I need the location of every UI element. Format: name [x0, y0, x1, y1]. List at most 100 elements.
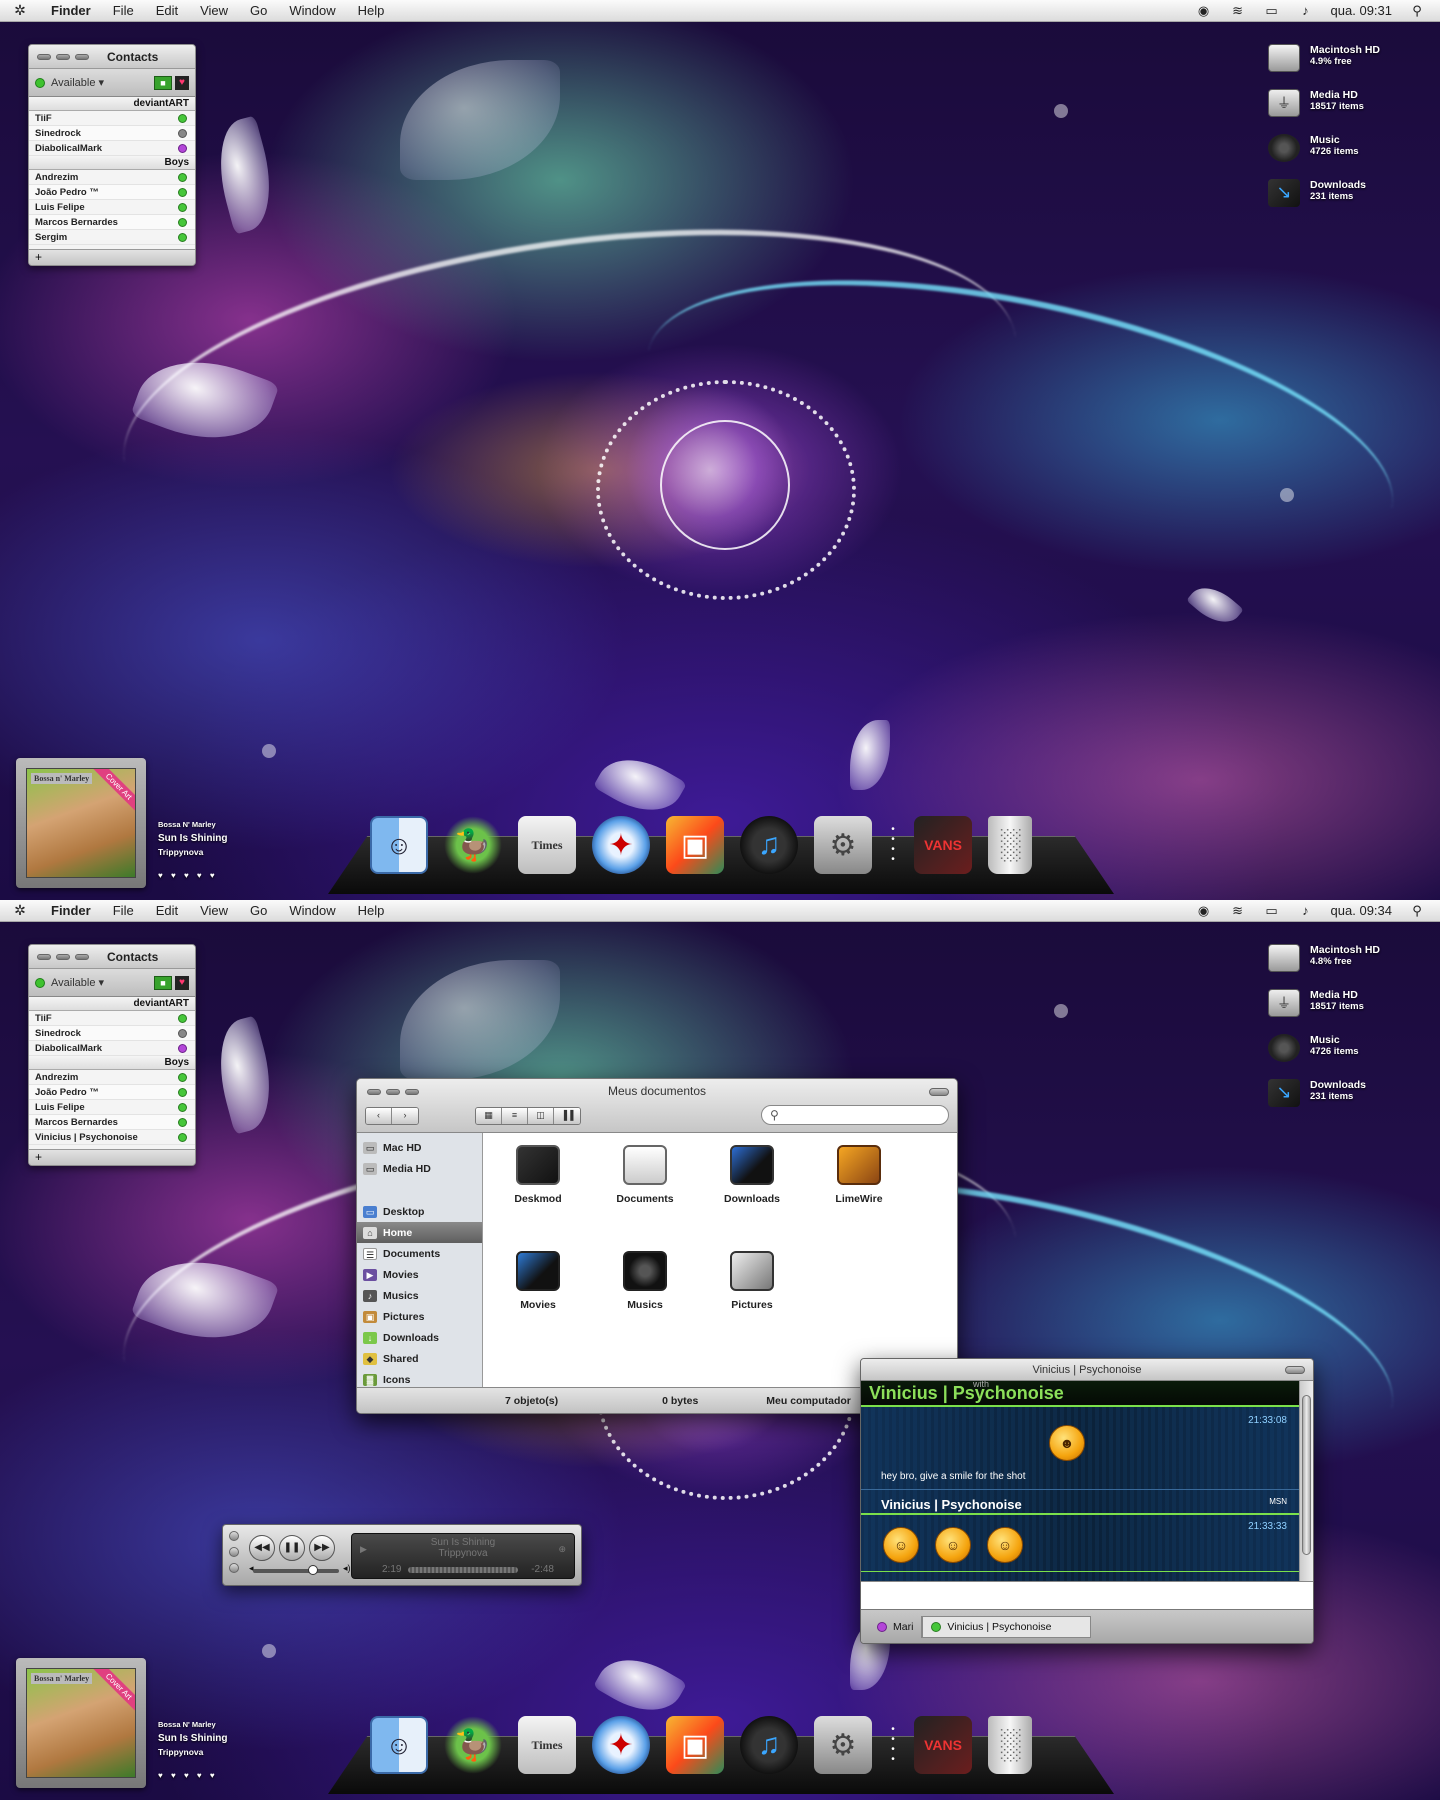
column-view-button[interactable]: ◫ [528, 1108, 554, 1124]
group-header-boys[interactable]: Boys [29, 1056, 195, 1070]
contact-row[interactable]: João Pedro ™ [29, 185, 195, 200]
file-item-musics[interactable]: Musics [600, 1251, 690, 1311]
menu-clock[interactable]: qua. 09:34 [1331, 903, 1392, 918]
clock-app-icon[interactable]: ◉ [1195, 3, 1213, 19]
add-contact-button[interactable]: + [35, 250, 42, 264]
dock-safari-icon[interactable]: ✦ [592, 816, 650, 874]
scroll-thumb[interactable] [1302, 1395, 1311, 1555]
message-input[interactable] [861, 1581, 1313, 1611]
menu-help[interactable]: Help [347, 903, 396, 918]
display-icon[interactable]: ▭ [1263, 3, 1281, 19]
volume-macintosh-hd[interactable]: Macintosh HD 4.9% free [1268, 44, 1418, 89]
contact-row[interactable]: Sinedrock [29, 1026, 195, 1041]
progress-bar[interactable] [408, 1567, 518, 1573]
toolbar-toggle-button[interactable] [1285, 1366, 1305, 1374]
menu-app-name[interactable]: Finder [40, 903, 102, 918]
cover-art-widget[interactable]: Bossa n' Marley Cover Art [16, 1658, 146, 1788]
finder-titlebar[interactable]: Meus documentos ‹ › ▦ ≡ ◫ ▐▐ ⚲ [357, 1079, 957, 1133]
dock-vans-stack-icon[interactable]: VANS [914, 1716, 972, 1774]
sidebar-item-movies[interactable]: ▶ Movies [357, 1264, 482, 1285]
menu-window[interactable]: Window [278, 903, 346, 918]
contact-row[interactable]: TiiF [29, 1011, 195, 1026]
sidebar-item-desktop[interactable]: ▭ Desktop [357, 1201, 482, 1222]
menu-clock[interactable]: qua. 09:31 [1331, 3, 1392, 18]
sidebar-item-documents[interactable]: ☰ Documents [357, 1243, 482, 1264]
sidebar-item-downloads[interactable]: ↓ Downloads [357, 1327, 482, 1348]
contact-row[interactable]: DiabolicalMark [29, 141, 195, 156]
dock-itunes-icon[interactable]: ♫ [740, 816, 798, 874]
menu-go[interactable]: Go [239, 3, 278, 18]
spotlight-icon[interactable]: ⚲ [1408, 903, 1426, 919]
sidebar-item-media-hd[interactable]: ▭ Media HD [357, 1158, 482, 1179]
close-button[interactable] [37, 53, 51, 60]
tab-mari[interactable]: Mari [869, 1615, 923, 1638]
add-contact-button[interactable]: + [35, 1150, 42, 1164]
dock-itunes-icon[interactable]: ♫ [740, 1716, 798, 1774]
dock-system-preferences-icon[interactable]: ⚙ [814, 1716, 872, 1774]
dock-iphoto-icon[interactable]: ▣ [666, 1716, 724, 1774]
cover-art-widget[interactable]: Bossa n' Marley Cover Art [16, 758, 146, 888]
sidebar-item-pictures[interactable]: ▣ Pictures [357, 1306, 482, 1327]
spotlight-icon[interactable]: ⚲ [1408, 3, 1426, 19]
apple-menu-icon[interactable]: ✲ [0, 902, 40, 919]
pause-button[interactable]: ❚❚ [279, 1535, 305, 1561]
file-item-movies[interactable]: Movies [493, 1251, 583, 1311]
volume-music[interactable]: Music 4726 items [1268, 134, 1418, 179]
sidebar-item-shared[interactable]: ◆ Shared [357, 1348, 482, 1369]
menu-edit[interactable]: Edit [145, 3, 189, 18]
menu-file[interactable]: File [102, 903, 145, 918]
dock-adium-icon[interactable]: 🦆 [444, 816, 502, 874]
contact-row[interactable]: Andrezim [29, 1070, 195, 1085]
apple-menu-icon[interactable]: ✲ [0, 2, 40, 19]
menu-view[interactable]: View [189, 903, 239, 918]
dock-finder-icon[interactable]: ☺ [370, 1716, 428, 1774]
contact-row[interactable]: Luis Felipe [29, 200, 195, 215]
volume-slider[interactable] [253, 1565, 339, 1575]
contact-row[interactable]: Marcos Bernardes [29, 215, 195, 230]
sidebar-item-home[interactable]: ⌂ Home [357, 1222, 482, 1243]
toolbar-toggle-button[interactable] [929, 1088, 949, 1096]
back-button[interactable]: ‹ [366, 1108, 392, 1124]
dock-adium-icon[interactable]: 🦆 [444, 1716, 502, 1774]
menu-window[interactable]: Window [278, 3, 346, 18]
volume-music[interactable]: Music 4726 items [1268, 1034, 1418, 1079]
reveal-icon[interactable]: ⊕ [558, 1544, 566, 1555]
contact-row[interactable]: Sergim [29, 230, 195, 245]
heart-icon[interactable]: ♥ [175, 75, 189, 90]
volume-knob[interactable] [308, 1565, 318, 1575]
minimize-button[interactable] [56, 53, 70, 60]
dock-system-preferences-icon[interactable]: ⚙ [814, 816, 872, 874]
zoom-button[interactable] [75, 953, 89, 960]
contact-row[interactable]: João Pedro ™ [29, 1085, 195, 1100]
dock-trash-icon[interactable]: ░ [988, 816, 1032, 874]
close-button[interactable] [229, 1531, 239, 1541]
tab-vinicius[interactable]: Vinicius | Psychonoise [922, 1615, 1091, 1638]
dock-safari-icon[interactable]: ✦ [592, 1716, 650, 1774]
dock-finder-icon[interactable]: ☺ [370, 816, 428, 874]
dock-iphoto-icon[interactable]: ▣ [666, 816, 724, 874]
contacts-titlebar[interactable]: Contacts [29, 45, 195, 69]
track-rating[interactable]: ♥ ♥ ♥ ♥ ♥ [158, 1771, 227, 1780]
menu-file[interactable]: File [102, 3, 145, 18]
coverflow-view-button[interactable]: ▐▐ [554, 1108, 580, 1124]
contact-row[interactable]: Andrezim [29, 170, 195, 185]
camera-icon[interactable]: ■ [154, 975, 172, 990]
heart-icon[interactable]: ♥ [175, 975, 189, 990]
file-item-pictures[interactable]: Pictures [707, 1251, 797, 1311]
group-header-boys[interactable]: Boys [29, 156, 195, 170]
group-header-deviantart[interactable]: deviantART [29, 997, 195, 1011]
contact-row[interactable]: TiiF [29, 111, 195, 126]
file-item-downloads[interactable]: Downloads [707, 1145, 797, 1205]
file-item-documents[interactable]: Documents [600, 1145, 690, 1205]
volume-media-hd[interactable]: ⏚ Media HD 18517 items [1268, 89, 1418, 134]
volume-downloads[interactable]: ↘ Downloads 231 items [1268, 1079, 1418, 1124]
contact-row[interactable]: Luis Felipe [29, 1100, 195, 1115]
menu-help[interactable]: Help [347, 3, 396, 18]
wifi-icon[interactable]: ≋ [1229, 3, 1247, 19]
contacts-titlebar[interactable]: Contacts [29, 945, 195, 969]
contact-row[interactable]: Marcos Bernardes [29, 1115, 195, 1130]
contact-row[interactable]: DiabolicalMark [29, 1041, 195, 1056]
file-item-deskmod[interactable]: Deskmod [493, 1145, 583, 1205]
zoom-button[interactable] [75, 53, 89, 60]
group-header-deviantart[interactable]: deviantART [29, 97, 195, 111]
